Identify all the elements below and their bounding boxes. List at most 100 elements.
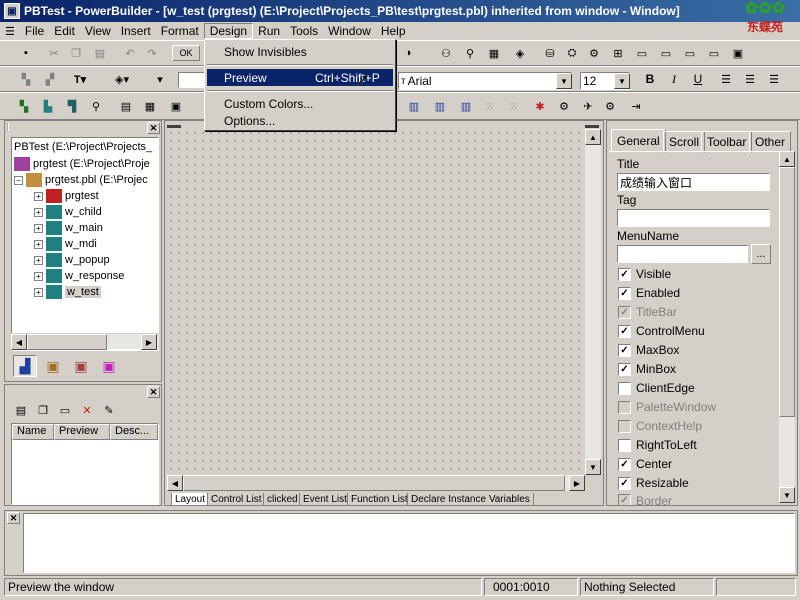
checkbox-center[interactable]: ✓ Center <box>618 457 672 471</box>
output-tab-icon[interactable]: ▣ <box>69 355 93 377</box>
scroll-up-icon[interactable]: ▲ <box>779 151 795 167</box>
tree-item-window[interactable]: + w_response <box>34 269 124 283</box>
menu-design[interactable]: Design <box>203 23 254 39</box>
checkbox-resizable[interactable]: ✓ Resizable <box>618 476 689 490</box>
tree-item-app[interactable]: + prgtest <box>34 189 99 203</box>
menu-format[interactable]: Format <box>156 24 204 38</box>
collapse-icon[interactable]: − <box>14 175 23 185</box>
menu-edit[interactable]: Edit <box>49 24 80 38</box>
bold-button[interactable]: B <box>640 70 660 88</box>
ok-button-icon[interactable]: OK <box>172 45 200 61</box>
userobject-icon[interactable]: ▙ <box>38 97 58 115</box>
expand-icon[interactable]: + <box>34 239 43 249</box>
tree-item-workspace[interactable]: PBTest (E:\Project\Projects_ <box>14 141 152 153</box>
tree-hscrollbar[interactable]: ◀ ▶ <box>11 333 159 350</box>
italic-button[interactable]: I <box>664 70 684 88</box>
browse-menu-button[interactable]: ... <box>751 244 771 264</box>
bring-front-icon[interactable]: ▚ <box>16 70 36 88</box>
stop-icon[interactable]: ✱ <box>530 97 550 115</box>
edit-icon[interactable]: ✎ <box>99 401 119 419</box>
datawindow-icon[interactable]: ▜ <box>62 97 82 115</box>
menu-view[interactable]: View <box>80 24 116 38</box>
delete-icon[interactable]: ✕ <box>77 401 97 419</box>
save-icon[interactable]: ▪ <box>16 44 36 62</box>
canvas-hscrollbar[interactable]: ◀ ▶ <box>167 475 585 491</box>
find-icon[interactable]: ⚲ <box>460 44 480 62</box>
title-field[interactable]: 成绩输入窗口 <box>617 173 770 191</box>
exit-icon[interactable]: ⇥ <box>626 97 646 115</box>
grid-icon-2[interactable]: ⁙ <box>504 97 524 115</box>
align-icon[interactable]: ▣ <box>166 97 186 115</box>
expand-icon[interactable]: + <box>34 223 43 233</box>
grid-icon-1[interactable]: ⁙ <box>480 97 500 115</box>
tab-general[interactable]: General <box>611 129 666 153</box>
tree-item-window[interactable]: + w_child <box>34 205 102 219</box>
output-text-area[interactable] <box>23 513 795 573</box>
scroll-left-icon[interactable]: ◀ <box>167 475 183 491</box>
layout-view-icon[interactable]: ▤ <box>116 97 136 115</box>
menu-window[interactable]: Window <box>323 24 376 38</box>
expand-icon[interactable]: + <box>34 191 43 201</box>
checkbox-box[interactable]: ✓ <box>618 343 631 357</box>
design-canvas[interactable] <box>167 129 585 475</box>
tab-function-list[interactable]: Function List <box>347 493 412 506</box>
tab-scroll[interactable]: Scroll <box>663 131 706 153</box>
scroll-thumb[interactable] <box>27 334 107 350</box>
checkbox-enabled[interactable]: ✓ Enabled <box>618 286 680 300</box>
menuname-field[interactable] <box>617 245 748 263</box>
tab-toolbar[interactable]: Toolbar <box>701 131 753 153</box>
checkbox-box[interactable]: ✓ <box>618 267 631 281</box>
paste-icon[interactable]: ▤ <box>11 401 31 419</box>
menuitem-options[interactable]: Options... <box>207 112 393 129</box>
tools-icon[interactable]: ⚙ <box>554 97 574 115</box>
debug-icon[interactable]: ⛭ <box>562 44 582 62</box>
scroll-down-icon[interactable]: ▼ <box>779 487 795 503</box>
tree-item-window[interactable]: + w_main <box>34 221 103 235</box>
binoculars-icon[interactable]: ⚇ <box>436 44 456 62</box>
properties-view-icon[interactable]: ▦ <box>140 97 160 115</box>
align-center-icon[interactable]: ☰ <box>740 70 760 88</box>
column-header-preview[interactable]: Preview <box>54 424 110 440</box>
tab-control-list[interactable]: Control List <box>207 493 266 506</box>
tab-other[interactable]: Other <box>749 131 792 153</box>
redo-icon[interactable]: ↷ <box>142 44 162 62</box>
scroll-down-icon[interactable]: ▼ <box>585 459 601 475</box>
run-icon[interactable]: ⚙ <box>584 44 604 62</box>
menu-insert[interactable]: Insert <box>116 24 156 38</box>
expand-icon[interactable]: + <box>34 287 43 297</box>
copy-icon[interactable]: ❐ <box>33 401 53 419</box>
tag-field[interactable] <box>617 209 770 227</box>
tab-order-icon[interactable]: ◑ <box>398 44 418 62</box>
canvas-vscrollbar[interactable]: ▲ ▼ <box>585 129 601 475</box>
tree-item-target[interactable]: prgtest (E:\Project\Proje <box>14 157 150 171</box>
scroll-right-icon[interactable]: ▶ <box>141 334 157 350</box>
library-icon[interactable]: ◈ <box>510 44 530 62</box>
scroll-left-icon[interactable]: ◀ <box>11 334 27 350</box>
database-icon[interactable]: ⛁ <box>540 44 560 62</box>
expand-icon[interactable]: + <box>34 255 43 265</box>
grip-handle[interactable] <box>7 123 13 131</box>
properties-vscrollbar[interactable]: ▲ ▼ <box>779 151 795 503</box>
cut-icon[interactable]: ✂ <box>44 44 64 62</box>
checkbox-controlmenu[interactable]: ✓ ControlMenu <box>618 324 705 338</box>
scroll-thumb[interactable] <box>183 475 565 491</box>
menuitem-custom-colors[interactable]: Custom Colors... <box>207 95 393 112</box>
undo-icon[interactable]: ↶ <box>120 44 140 62</box>
rename-icon[interactable]: ▭ <box>55 401 75 419</box>
menu-help[interactable]: Help <box>376 24 411 38</box>
checkbox-box[interactable]: ✓ <box>618 286 631 300</box>
checkbox-box[interactable] <box>618 381 631 395</box>
menu-run[interactable]: Run <box>253 24 285 38</box>
align-right-icon[interactable]: ☰ <box>764 70 784 88</box>
expand-icon[interactable]: + <box>34 207 43 217</box>
resize-handle[interactable] <box>167 125 181 128</box>
control-icon[interactable]: ⊞ <box>608 44 628 62</box>
resize-handle[interactable] <box>585 125 599 128</box>
expand-icon[interactable]: + <box>34 271 43 281</box>
color-box[interactable] <box>178 72 206 88</box>
checkbox-box[interactable] <box>618 438 631 452</box>
underline-button[interactable]: U <box>688 70 708 88</box>
checkbox-box[interactable]: ✓ <box>618 362 631 376</box>
column-header-name[interactable]: Name <box>12 424 54 440</box>
menu-tools[interactable]: Tools <box>285 24 323 38</box>
